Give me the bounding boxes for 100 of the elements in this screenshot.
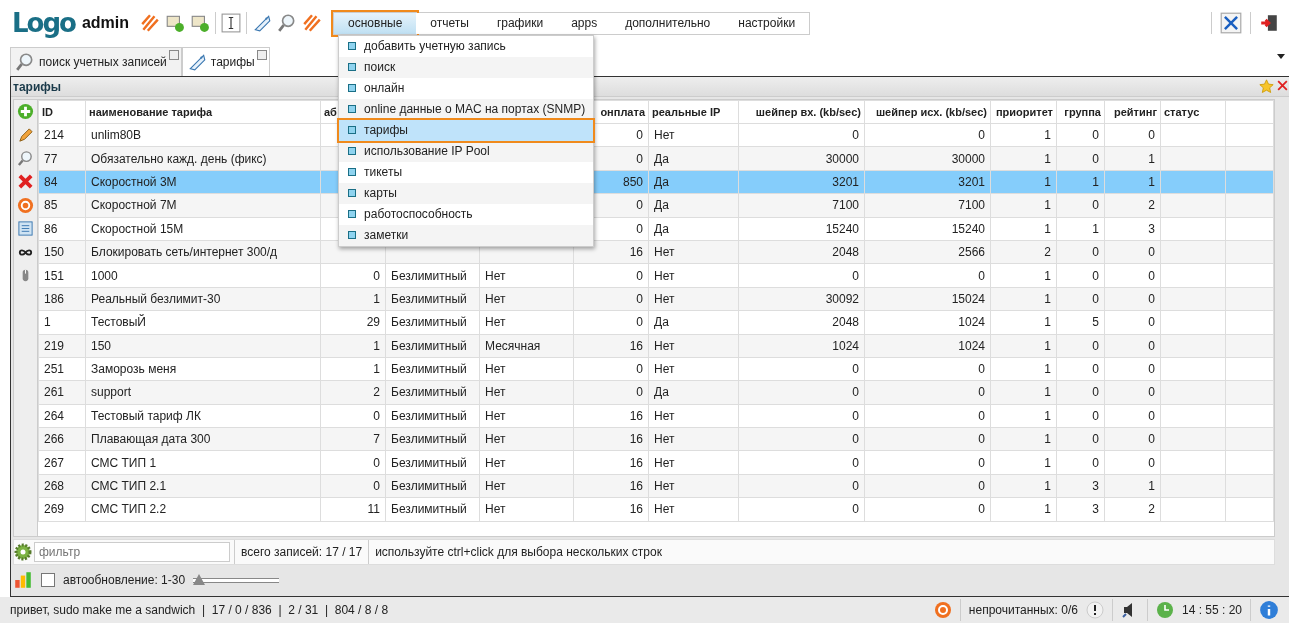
table-cell: 1	[990, 217, 1057, 241]
table-cell: 219	[38, 334, 86, 358]
table-cell: Нет	[479, 357, 574, 381]
table-cell: 0	[864, 450, 991, 475]
stripes-icon[interactable]	[302, 13, 323, 33]
table-cell: Блокировать сеть/интернет 300/д	[85, 240, 321, 264]
dropdown-item[interactable]: онлайн	[339, 77, 594, 99]
menu-item[interactable]: основные	[334, 12, 417, 34]
table-cell: support	[85, 380, 321, 405]
dropdown-item[interactable]: online данные о MAC на портах (SNMP)	[339, 98, 594, 120]
dropdown-item[interactable]: заметки	[339, 224, 594, 246]
table-cell: Безлимитный	[385, 334, 480, 358]
bullet-icon	[348, 42, 357, 50]
table-cell: Нет	[479, 450, 574, 475]
table-cell: 0	[864, 427, 991, 451]
slider-thumb[interactable]	[193, 574, 206, 585]
table-cell: 0	[1056, 193, 1105, 218]
panel-title: тарифы	[13, 79, 61, 94]
dropdown-item[interactable]: карты	[339, 182, 594, 204]
table-cell: 1	[320, 287, 386, 311]
column-header[interactable]: ID	[38, 100, 86, 124]
table-cell: 261	[38, 380, 86, 405]
info-icon[interactable]	[1259, 600, 1279, 620]
table-cell: 2	[990, 240, 1057, 264]
list-icon[interactable]	[17, 220, 34, 238]
table-cell: 0	[1104, 427, 1161, 451]
caret-icon[interactable]	[1277, 54, 1285, 59]
table-cell: 16	[573, 427, 649, 451]
tab[interactable]: тарифы	[181, 47, 270, 76]
search-icon[interactable]	[15, 52, 35, 72]
table-cell: 0	[1104, 380, 1161, 405]
bullet-icon	[348, 210, 357, 218]
dropdown-item[interactable]: поиск	[339, 56, 594, 78]
gear-icon[interactable]	[14, 543, 32, 561]
table-cell: Безлимитный	[385, 450, 480, 475]
table-cell: 11	[320, 497, 386, 522]
delete-icon[interactable]	[17, 173, 34, 191]
table-cell: 0	[1056, 404, 1105, 428]
add-icon[interactable]	[17, 103, 34, 121]
column-header[interactable]: приоритет	[990, 100, 1057, 124]
card-add-icon[interactable]	[165, 13, 186, 33]
table-cell: Нет	[648, 474, 739, 498]
exit-icon[interactable]	[1259, 13, 1279, 33]
table-cell: 3	[1056, 474, 1105, 498]
column-header[interactable]: реальные IP	[648, 100, 739, 124]
dropdown-item[interactable]: тарифы	[339, 119, 594, 141]
table-cell: Нет	[648, 357, 739, 381]
text-field-icon[interactable]	[221, 13, 242, 33]
table-cell: 30000	[738, 146, 865, 171]
column-header[interactable]: наименование тарифа	[85, 100, 321, 124]
table-cell: 0	[1104, 240, 1161, 264]
table-cell: 2	[1104, 193, 1161, 218]
table-cell: 0	[320, 404, 386, 428]
bar-chart-icon[interactable]	[13, 570, 33, 590]
table-cell: Месячная	[479, 334, 574, 358]
table-cell: 0	[1056, 357, 1105, 381]
table-cell: 0	[573, 287, 649, 311]
clock-icon[interactable]	[1155, 601, 1174, 619]
checkbox[interactable]	[41, 573, 55, 587]
table-cell: 214	[38, 123, 86, 147]
table-cell: 0	[573, 380, 649, 405]
table-cell: 1	[990, 310, 1057, 334]
table-cell: 16	[573, 450, 649, 475]
column-header[interactable]: рейтинг	[1104, 100, 1161, 124]
table-cell: 0	[738, 357, 865, 381]
table-cell: 2	[320, 380, 386, 405]
bullet-icon	[348, 84, 357, 92]
table-cell: 0	[738, 380, 865, 405]
table-cell: 251	[38, 357, 86, 381]
table-cell: 1	[320, 334, 386, 358]
tab[interactable]: поиск учетных записей	[10, 47, 182, 76]
table-cell: СМС ТИП 2.1	[85, 474, 321, 498]
table-cell: 267	[38, 450, 86, 475]
search-icon[interactable]	[17, 149, 34, 167]
dropdown-item[interactable]: добавить учетную запись	[339, 35, 594, 57]
table-cell: Нет	[479, 497, 574, 522]
column-header[interactable]: шейпер вх. (kb/sec)	[738, 100, 865, 124]
column-header[interactable]: шейпер исх. (kb/sec)	[864, 100, 991, 124]
table-cell: Да	[648, 380, 739, 405]
edit-icon[interactable]	[17, 126, 34, 144]
table-cell: 0	[320, 474, 386, 498]
star-icon[interactable]	[1259, 79, 1274, 94]
table-cell: Нет	[648, 240, 739, 264]
table-cell: Безлимитный	[385, 310, 480, 334]
table-cell: 0	[1056, 287, 1105, 311]
column-header[interactable]: статус	[1160, 100, 1226, 124]
table-cell: 0	[738, 497, 865, 522]
hint-text: используйте ctrl+click для выбора нескольких строк	[368, 540, 668, 564]
filter-field[interactable]: фильтр	[34, 542, 230, 562]
table-cell: СМС ТИП 1	[85, 450, 321, 475]
table-cell: 1024	[864, 334, 991, 358]
tag-icon[interactable]	[252, 13, 273, 33]
alert-icon[interactable]	[1085, 601, 1104, 619]
table-cell: 0	[738, 263, 865, 288]
column-header[interactable]: группа	[1056, 100, 1105, 124]
table-cell: 2	[1104, 497, 1161, 522]
table-cell: 16	[573, 240, 649, 264]
note-add-icon[interactable]	[190, 13, 211, 33]
table-cell: 1	[1056, 217, 1105, 241]
table-cell: Безлимитный	[385, 287, 480, 311]
